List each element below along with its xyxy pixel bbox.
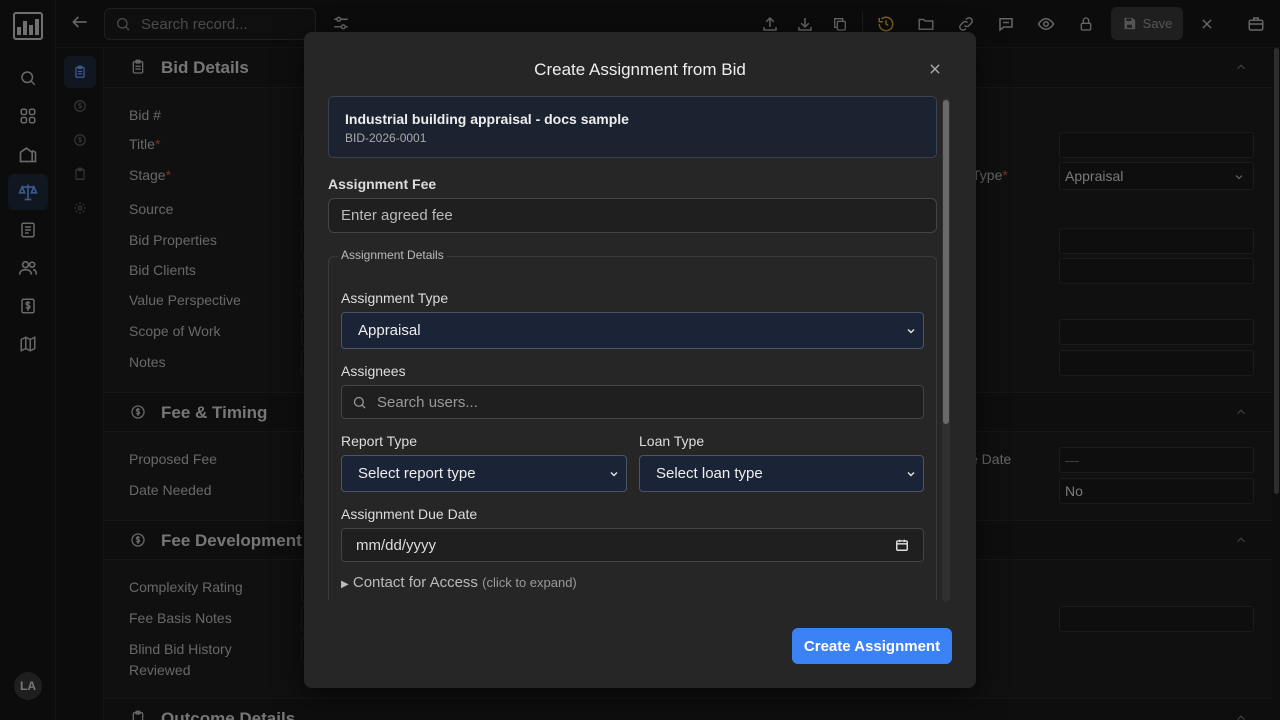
chevron-down-icon xyxy=(610,471,618,477)
close-icon[interactable] xyxy=(928,62,942,81)
assignees-placeholder: Search users... xyxy=(377,393,478,411)
loan-type-label: Loan Type xyxy=(639,433,705,449)
assignment-fee-label: Assignment Fee xyxy=(328,176,437,192)
assignees-search-input[interactable]: Search users... xyxy=(341,385,924,419)
chevron-down-icon xyxy=(907,328,915,334)
due-date-value: mm/dd/yyyy xyxy=(356,536,437,554)
report-type-select[interactable]: Select report type xyxy=(341,455,627,492)
report-type-value: Select report type xyxy=(358,465,476,482)
modal-body: Industrial building appraisal - docs sam… xyxy=(328,96,954,600)
assignment-details-legend: Assignment Details xyxy=(338,248,447,262)
contact-label: Contact for Access xyxy=(352,574,478,591)
disclosure-triangle-icon: ▶ xyxy=(341,579,349,590)
assignment-fee-placeholder: Enter agreed fee xyxy=(341,207,453,224)
report-type-label: Report Type xyxy=(341,433,418,449)
chevron-down-icon xyxy=(907,471,915,477)
create-assignment-modal: Create Assignment from Bid Industrial bu… xyxy=(304,32,976,688)
assignees-label: Assignees xyxy=(341,363,406,379)
assignment-type-value: Appraisal xyxy=(358,322,421,339)
loan-type-select[interactable]: Select loan type xyxy=(639,455,924,492)
contact-hint: (click to expand) xyxy=(482,575,577,590)
due-date-label: Assignment Due Date xyxy=(341,506,478,522)
assignment-type-select[interactable]: Appraisal xyxy=(341,312,924,349)
assignment-due-date-input[interactable]: mm/dd/yyyy xyxy=(341,528,924,562)
modal-scrollbar[interactable] xyxy=(942,98,950,602)
bid-summary-card: Industrial building appraisal - docs sam… xyxy=(328,96,937,158)
bid-summary-title: Industrial building appraisal - docs sam… xyxy=(345,111,629,127)
contact-for-access-toggle[interactable]: ▶ Contact for Access (click to expand) xyxy=(341,574,577,591)
calendar-icon[interactable] xyxy=(895,538,909,552)
modal-title: Create Assignment from Bid xyxy=(534,60,746,79)
create-assignment-button[interactable]: Create Assignment xyxy=(792,628,952,664)
app-root: LA Search record... Save Bid Details Bid… xyxy=(0,0,1280,720)
search-icon xyxy=(353,396,366,409)
bid-summary-id: BID-2026-0001 xyxy=(345,131,427,145)
loan-type-value: Select loan type xyxy=(656,465,763,482)
assignment-fee-input[interactable]: Enter agreed fee xyxy=(328,198,937,233)
assignment-type-label: Assignment Type xyxy=(341,290,449,306)
